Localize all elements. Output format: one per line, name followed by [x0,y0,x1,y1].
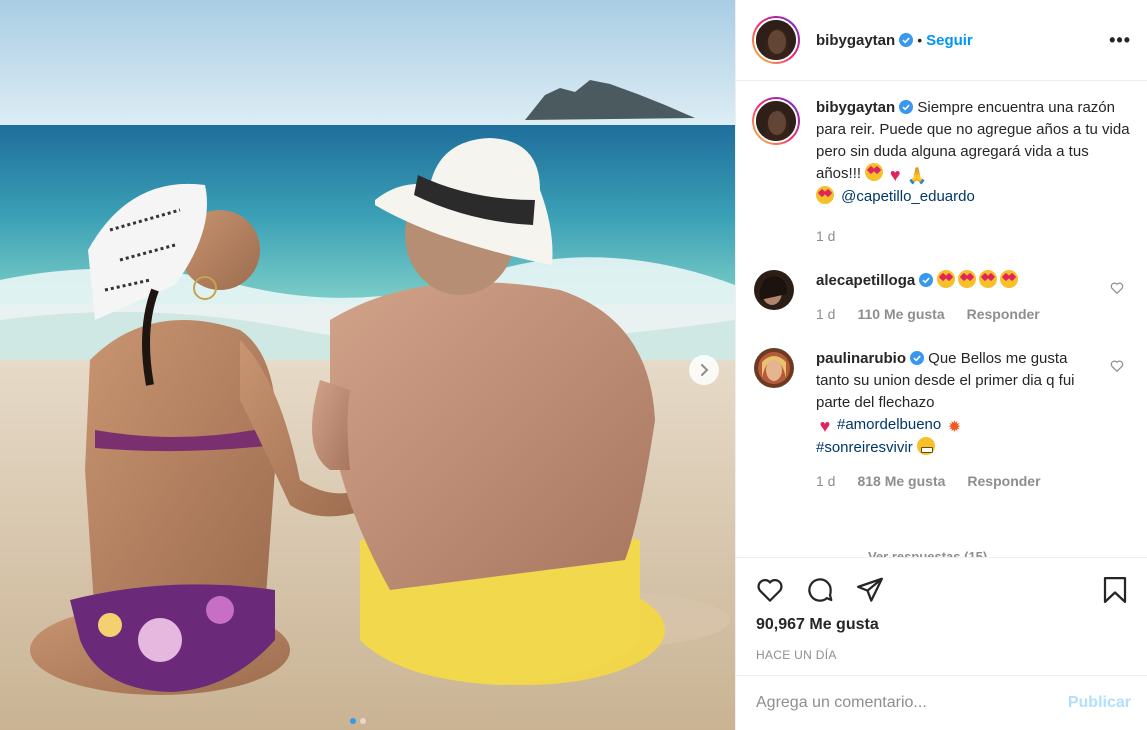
add-comment-bar: Publicar [736,675,1147,730]
author-avatar-image [756,20,796,60]
comment-time[interactable]: 1 d [816,306,835,322]
heart-eyes-emoji [816,186,834,204]
grinning-face-emoji [916,437,935,455]
hashtag-link[interactable]: #amordelbueno [837,416,941,433]
verified-icon [899,100,914,114]
comment-time[interactable]: 1 d [816,473,835,489]
reply-button[interactable]: Responder [967,306,1040,322]
post-actions: 90,967 Me gusta HACE UN DÍA [736,557,1147,675]
post-timestamp[interactable]: HACE UN DÍA [756,648,1131,662]
heart-eyes-emoji [1000,270,1019,288]
heart-eyes-emoji [979,270,998,288]
commenter-avatar[interactable] [754,270,794,310]
verified-icon [899,33,914,47]
like-button[interactable] [754,574,786,606]
commenter-avatar-image [754,348,794,388]
smiling-face-hearts-emoji [865,163,884,181]
comment-icon [808,578,833,602]
caption: bibygaytan Siempre encuentra una razón p… [752,97,1131,244]
save-button[interactable] [1099,574,1131,606]
beach-photo-image [0,0,735,730]
comment-likes[interactable]: 818 Me gusta [857,473,945,489]
commenter-avatar[interactable] [754,348,794,388]
author-avatar[interactable] [752,16,800,64]
caption-username[interactable]: bibygaytan [816,99,895,116]
folded-hands-emoji: 🙏 [907,168,928,185]
carousel-dots [350,718,366,724]
comment-likes[interactable]: 110 Me gusta [857,306,944,322]
comment-button[interactable] [804,574,836,606]
red-heart-emoji: ♥ [889,165,901,185]
heart-eyes-emoji [958,270,977,288]
hashtag-link[interactable]: #sonreiresvivir [816,439,913,456]
post-photo[interactable] [0,0,735,730]
separator-dot: • [917,32,923,48]
next-image-button[interactable] [689,355,719,385]
caption-time[interactable]: 1 d [816,228,835,244]
publish-button[interactable]: Publicar [1068,694,1131,712]
post-header: bibygaytan • Seguir ••• [736,0,1147,81]
more-options-button[interactable]: ••• [1109,30,1131,51]
red-heart-emoji: ♥ [819,416,831,436]
share-icon [857,577,883,602]
share-button[interactable] [854,574,886,606]
comment-item: paulinarubio Que Bellos me gusta tanto s… [752,348,1131,489]
follow-button[interactable]: Seguir [926,32,973,49]
view-replies-button[interactable]: Ver respuestas (15) [868,549,987,557]
comment-username[interactable]: paulinarubio [816,350,906,367]
bookmark-icon [1103,577,1127,603]
author-avatar-image [756,101,796,141]
caption-avatar[interactable] [752,97,800,145]
carousel-dot [350,718,356,724]
instagram-post-modal: bibygaytan • Seguir ••• bibygaytan Siemp… [0,0,1147,730]
like-comment-heart-icon[interactable] [1109,358,1125,374]
heart-eyes-emoji [937,270,956,288]
comment-item: alecapetilloga 1 d 110 Me gusta Responde… [752,270,1131,322]
like-comment-heart-icon[interactable] [1109,280,1125,296]
likes-count[interactable]: 90,967 Me gusta [756,616,1131,634]
verified-icon [919,273,934,287]
comment-input[interactable] [756,694,1068,712]
post-side-panel: bibygaytan • Seguir ••• bibygaytan Siemp… [735,0,1147,730]
caption-text: bibygaytan Siempre encuentra una razón p… [816,97,1131,208]
reply-button[interactable]: Responder [967,473,1040,489]
comments-list[interactable]: bibygaytan Siempre encuentra una razón p… [736,81,1147,557]
caption-mention[interactable]: @capetillo_eduardo [841,188,975,205]
commenter-avatar-image [754,270,794,310]
collision-emoji: ✹ [947,419,962,436]
author-username[interactable]: bibygaytan [816,32,895,49]
verified-icon [910,351,924,365]
heart-icon [757,579,783,602]
carousel-dot [360,718,366,724]
comment-username[interactable]: alecapetilloga [816,272,915,289]
chevron-right-icon [701,364,709,376]
